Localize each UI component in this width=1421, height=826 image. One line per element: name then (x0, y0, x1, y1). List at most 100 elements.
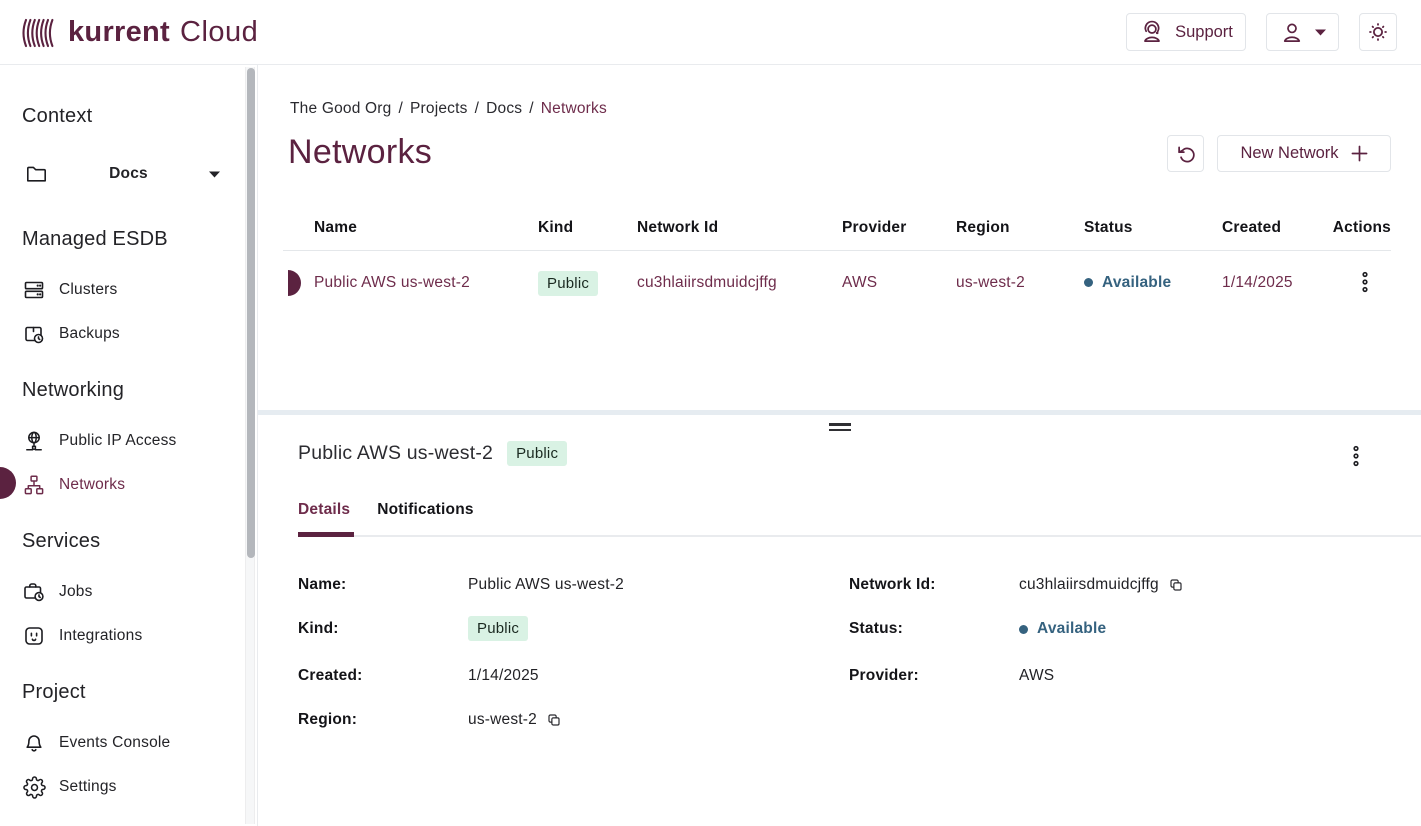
sidebar-item-public-ip-access[interactable]: Public IP Access (14, 425, 244, 457)
sidebar-item-jobs[interactable]: Jobs (14, 576, 244, 608)
sidebar-item-integrations[interactable]: Integrations (14, 620, 244, 652)
copy-icon (1168, 577, 1184, 593)
sidebar-item-label: Backups (59, 325, 120, 343)
field-value: AWS (1019, 667, 1054, 685)
breadcrumb-projects-link[interactable]: Projects (410, 100, 468, 117)
panel-resize-handle[interactable] (829, 423, 851, 434)
field-name: Name: Public AWS us-west-2 (298, 576, 624, 594)
theme-toggle-button[interactable] (1359, 13, 1397, 51)
kind-badge: Public (468, 616, 528, 641)
sidebar-item-clusters[interactable]: Clusters (14, 274, 244, 306)
sidebar-scrollbar-thumb[interactable] (247, 68, 255, 558)
page-title: Networks (288, 133, 432, 172)
status-dot-icon (1084, 278, 1093, 287)
topbar-actions: Support (1126, 13, 1397, 51)
row-actions-menu-button[interactable] (1357, 269, 1373, 295)
kind-badge: Public (538, 271, 598, 296)
column-header-name: Name (314, 219, 538, 237)
field-value: cu3hlaiirsdmuidcjffg (1019, 576, 1159, 594)
breadcrumb-docs-link[interactable]: Docs (486, 100, 522, 117)
cell-provider: AWS (842, 274, 956, 292)
table-header-row: Name Kind Network Id Provider Region Sta… (283, 205, 1391, 251)
field-label: Status: (849, 620, 1019, 638)
tab-details[interactable]: Details (298, 501, 350, 519)
backups-icon (22, 322, 46, 346)
sidebar-item-settings[interactable]: Settings (14, 771, 244, 803)
cell-region: us-west-2 (956, 274, 1084, 292)
breadcrumb-current: Networks (541, 100, 607, 117)
breadcrumb-separator: / (398, 100, 403, 117)
refresh-icon (1175, 143, 1197, 165)
sidebar-item-label: Integrations (59, 627, 142, 645)
sidebar-item-events-console[interactable]: Events Console (14, 727, 244, 759)
folder-icon (24, 162, 48, 186)
chevron-down-icon (1315, 29, 1326, 36)
kebab-icon (1361, 271, 1369, 293)
gear-icon (22, 775, 46, 799)
sidebar: Context Docs Managed ESDB Clusters (0, 65, 258, 826)
field-status: Status: Available (849, 620, 1106, 638)
copy-icon (546, 712, 562, 728)
status-label: Available (1037, 620, 1106, 638)
support-headset-icon (1139, 19, 1165, 45)
column-header-status: Status (1084, 219, 1222, 237)
sidebar-item-networks[interactable]: Networks (14, 469, 244, 501)
context-selector[interactable]: Docs (14, 155, 234, 193)
kebab-icon (1352, 445, 1360, 467)
detail-panel-title: Public AWS us-west-2 (298, 442, 493, 465)
copy-network-id-button[interactable] (1168, 577, 1184, 593)
field-kind: Kind: Public (298, 616, 528, 641)
sidebar-item-label: Jobs (59, 583, 93, 601)
sidebar-heading-services: Services (22, 530, 100, 553)
cell-kind: Public (538, 271, 637, 296)
field-label: Region: (298, 711, 468, 729)
cell-name[interactable]: Public AWS us-west-2 (314, 274, 538, 292)
integrations-icon (22, 624, 46, 648)
breadcrumb-org-link[interactable]: The Good Org (290, 100, 391, 117)
cell-status: Available (1084, 274, 1222, 293)
breadcrumb: The Good Org/Projects/Docs/Networks (290, 100, 607, 118)
refresh-button[interactable] (1167, 135, 1204, 172)
status-label: Available (1102, 274, 1171, 292)
user-menu-button[interactable] (1266, 13, 1339, 51)
new-network-label: New Network (1240, 144, 1338, 163)
networks-icon (22, 473, 46, 497)
detail-kind-badge: Public (507, 441, 567, 466)
breadcrumb-separator: / (475, 100, 480, 117)
sun-icon (1366, 20, 1390, 44)
support-button[interactable]: Support (1126, 13, 1246, 51)
public-ip-access-icon (22, 429, 46, 453)
field-region: Region: us-west-2 (298, 711, 562, 729)
top-header: kurrent Cloud Support (0, 0, 1421, 65)
sidebar-item-label: Settings (59, 778, 117, 796)
status-badge: Available (1084, 274, 1171, 292)
user-icon (1279, 19, 1305, 45)
field-label: Name: (298, 576, 468, 594)
field-value: us-west-2 (468, 711, 537, 729)
tab-notifications[interactable]: Notifications (377, 501, 473, 519)
field-label: Network Id: (849, 576, 1019, 594)
field-label: Kind: (298, 620, 468, 638)
panel-actions-menu-button[interactable] (1348, 443, 1364, 469)
sidebar-item-label: Events Console (59, 734, 170, 752)
copy-region-button[interactable] (546, 712, 562, 728)
clusters-icon (22, 278, 46, 302)
sidebar-item-label: Public IP Access (59, 432, 177, 450)
table-row[interactable]: Public AWS us-west-2 Public cu3hlaiirsdm… (283, 251, 1391, 315)
main-content: The Good Org/Projects/Docs/Networks Netw… (258, 65, 1421, 826)
support-label: Support (1175, 23, 1233, 42)
cell-network-id: cu3hlaiirsdmuidcjffg (637, 274, 842, 292)
sidebar-item-backups[interactable]: Backups (14, 318, 244, 350)
panel-divider (258, 410, 1421, 415)
sidebar-heading-managed-esdb: Managed ESDB (22, 228, 168, 251)
column-header-actions: Actions (1330, 219, 1391, 237)
detail-tabs: Details Notifications (298, 501, 474, 519)
tabs-underline (298, 535, 1421, 537)
new-network-button[interactable]: New Network (1217, 135, 1391, 172)
status-dot-icon (1019, 625, 1028, 634)
field-created: Created: 1/14/2025 (298, 667, 539, 685)
status-badge: Available (1019, 620, 1106, 638)
field-label: Provider: (849, 667, 1019, 685)
plus-icon (1351, 145, 1368, 162)
logo-text: kurrent (68, 16, 170, 49)
